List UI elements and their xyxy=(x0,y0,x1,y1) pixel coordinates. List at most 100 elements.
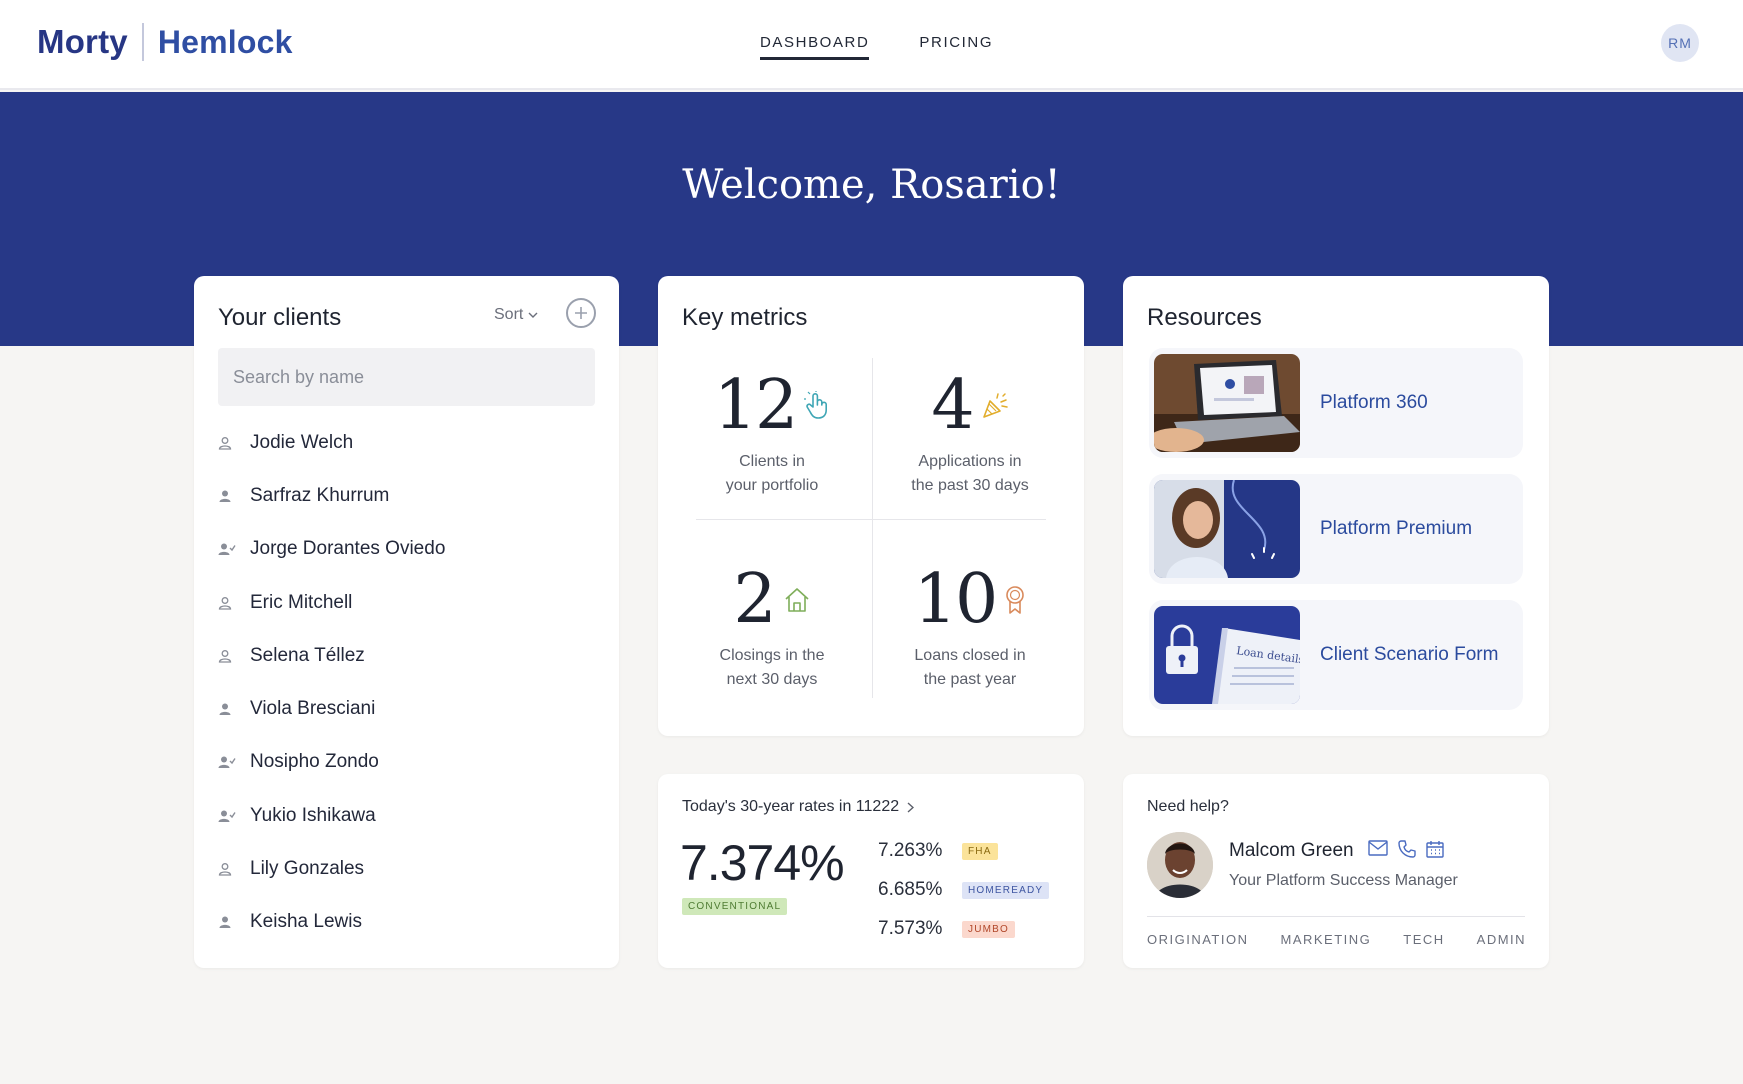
clients-title: Your clients xyxy=(218,304,342,331)
client-name: Lily Gonzales xyxy=(250,858,365,880)
welcome-heading: Welcome, Rosario! xyxy=(682,162,1061,208)
person-check-icon xyxy=(218,755,250,769)
metric-label: Clients in your portfolio xyxy=(725,453,819,494)
help-link-origination[interactable]: ORIGINATION xyxy=(1147,932,1248,947)
plus-icon xyxy=(575,307,587,319)
rate-type-badge: JUMBO xyxy=(962,920,1015,938)
metric-closings[interactable]: 2 Closings in the next 30 days xyxy=(672,560,872,692)
house-icon xyxy=(785,588,809,612)
person-outline-icon xyxy=(218,596,250,610)
metric-value: 12 xyxy=(713,366,799,445)
party-popper-icon xyxy=(982,393,1008,418)
person-outline-icon xyxy=(218,862,250,876)
rate-value: 7.573% xyxy=(878,918,943,939)
nav-pricing[interactable]: PRICING xyxy=(919,34,993,60)
sort-dropdown[interactable]: Sort xyxy=(494,306,538,324)
rate-value: 7.263% xyxy=(878,840,943,861)
email-icon[interactable] xyxy=(1368,840,1388,856)
client-row[interactable]: Sarfraz Khurrum xyxy=(218,469,445,522)
person-filled-icon xyxy=(218,702,250,716)
client-search-input[interactable] xyxy=(218,348,595,406)
brand-secondary: Hemlock xyxy=(157,23,293,60)
rate-row-jumbo: 7.573% JUMBO xyxy=(878,918,1015,940)
help-divider xyxy=(1147,916,1525,917)
metric-applications[interactable]: 4 Applications in the past 30 days xyxy=(870,366,1070,498)
resources-card: Resources Platform 360 Platform Premium … xyxy=(1123,276,1549,736)
help-topic-links: ORIGINATION MARKETING TECH ADMIN xyxy=(1147,932,1526,947)
metrics-title: Key metrics xyxy=(682,304,808,331)
resource-platform-premium[interactable]: Platform Premium xyxy=(1149,474,1523,584)
help-link-tech[interactable]: TECH xyxy=(1403,932,1444,947)
phone-icon[interactable] xyxy=(1398,840,1416,858)
rates-link[interactable]: Today's 30-year rates in 11222 xyxy=(682,798,915,816)
client-name: Keisha Lewis xyxy=(250,911,362,933)
add-client-button[interactable] xyxy=(566,298,596,328)
rate-row-homeready: 6.685% HOMEREADY xyxy=(878,879,1050,901)
top-navigation-bar: Morty Hemlock DASHBOARD PRICING RM xyxy=(0,0,1743,90)
sort-label: Sort xyxy=(494,306,524,323)
person-filled-icon xyxy=(218,489,250,503)
client-name: Viola Bresciani xyxy=(250,698,376,720)
client-row[interactable]: Yukio Ishikawa xyxy=(218,789,445,842)
client-row[interactable]: Eric Mitchell xyxy=(218,576,445,629)
client-row[interactable]: Selena Téllez xyxy=(218,629,445,682)
client-name: Sarfraz Khurrum xyxy=(250,484,390,506)
help-link-marketing[interactable]: MARKETING xyxy=(1280,932,1371,947)
award-ribbon-icon xyxy=(1006,586,1025,614)
client-row[interactable]: Jodie Welch xyxy=(218,416,445,469)
brand-logo[interactable]: Morty Hemlock xyxy=(37,22,293,62)
help-heading: Need help? xyxy=(1147,798,1229,815)
woman-photo-thumbnail xyxy=(1154,480,1300,578)
client-name: Jorge Dorantes Oviedo xyxy=(250,538,446,560)
metric-label: Closings in the next 30 days xyxy=(719,647,825,688)
form-lock-thumbnail: Loan details xyxy=(1154,606,1300,704)
resource-label: Platform 360 xyxy=(1320,392,1428,413)
metric-label: Loans closed in the past year xyxy=(914,647,1026,688)
manager-avatar xyxy=(1147,832,1213,898)
client-row[interactable]: Jorge Dorantes Oviedo xyxy=(218,523,445,576)
help-card: Need help? Malcom Green Your Platform Su… xyxy=(1123,774,1549,968)
client-row[interactable]: Keisha Lewis xyxy=(218,896,445,949)
resource-label: Platform Premium xyxy=(1320,518,1473,539)
user-avatar[interactable]: RM xyxy=(1661,24,1699,62)
brand-primary: Morty xyxy=(37,23,128,60)
client-list: Jodie Welch Sarfraz Khurrum Jorge Dorant… xyxy=(218,416,445,949)
resource-platform-360[interactable]: Platform 360 xyxy=(1149,348,1523,458)
main-nav: DASHBOARD PRICING xyxy=(760,34,993,60)
metric-value: 10 xyxy=(913,560,999,639)
help-link-admin[interactable]: ADMIN xyxy=(1477,932,1526,947)
conventional-rate: 7.374% xyxy=(680,835,845,891)
manager-role: Your Platform Success Manager xyxy=(1229,872,1458,889)
rate-value: 6.685% xyxy=(878,879,943,900)
laptop-photo-thumbnail xyxy=(1154,354,1300,452)
key-metrics-card: Key metrics 12 Clients in your portfolio … xyxy=(658,276,1084,736)
client-row[interactable]: Viola Bresciani xyxy=(218,682,445,735)
person-outline-icon xyxy=(218,649,250,663)
client-row[interactable]: Lily Gonzales xyxy=(218,842,445,895)
hand-pointer-icon xyxy=(804,391,828,419)
metric-value: 2 xyxy=(733,560,776,639)
chevron-down-icon xyxy=(528,312,538,318)
metric-clients[interactable]: 12 Clients in your portfolio xyxy=(672,366,872,498)
person-outline-icon xyxy=(218,436,250,450)
client-name: Jodie Welch xyxy=(250,431,354,453)
person-check-icon xyxy=(218,809,250,823)
person-filled-icon xyxy=(218,915,250,929)
chevron-right-icon xyxy=(907,801,915,813)
rate-type-badge: HOMEREADY xyxy=(962,881,1050,899)
calendar-icon[interactable] xyxy=(1426,840,1444,858)
rates-card: Today's 30-year rates in 11222 7.374% CO… xyxy=(658,774,1084,968)
metric-loans-closed[interactable]: 10 Loans closed in the past year xyxy=(870,560,1070,692)
brand-divider xyxy=(141,23,144,61)
client-row[interactable]: Nosipho Zondo xyxy=(218,736,445,789)
rate-type-badge: FHA xyxy=(962,842,998,860)
rates-heading: Today's 30-year rates in 11222 xyxy=(682,798,900,815)
resource-label: Client Scenario Form xyxy=(1320,644,1499,665)
metric-label: Applications in the past 30 days xyxy=(911,453,1029,494)
nav-dashboard[interactable]: DASHBOARD xyxy=(760,34,870,60)
rate-row-fha: 7.263% FHA xyxy=(878,840,998,862)
client-name: Eric Mitchell xyxy=(250,591,353,613)
client-name: Selena Téllez xyxy=(250,644,365,666)
resource-client-scenario-form[interactable]: Loan details Client Scenario Form xyxy=(1149,600,1523,710)
client-name: Yukio Ishikawa xyxy=(250,804,376,826)
